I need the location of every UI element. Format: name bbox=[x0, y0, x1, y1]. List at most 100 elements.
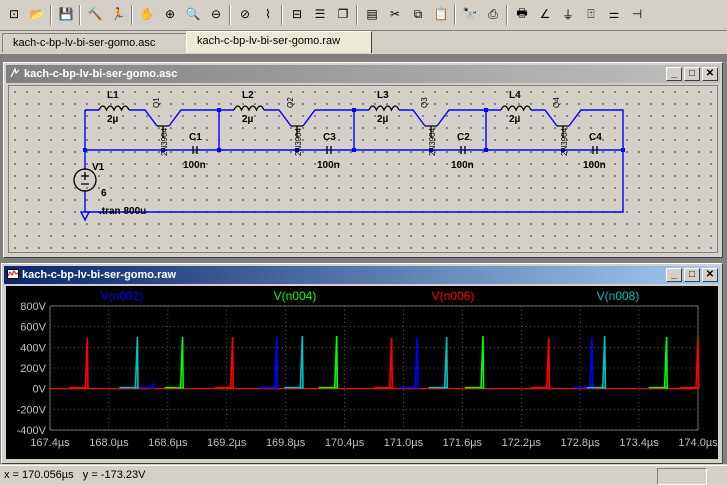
cascade-button[interactable]: ❐ bbox=[333, 4, 353, 24]
pan-hand-icon: ✋ bbox=[139, 7, 155, 21]
minimize-button[interactable]: _ bbox=[666, 268, 682, 282]
zoom-cancel-button[interactable]: ⊘ bbox=[235, 4, 255, 24]
series-spike bbox=[134, 336, 139, 389]
maximize-button[interactable]: □ bbox=[684, 268, 700, 282]
size-grip[interactable] bbox=[708, 468, 724, 483]
pan-hand-button[interactable]: ✋ bbox=[137, 4, 157, 24]
series-spike bbox=[179, 336, 184, 389]
resistor-button[interactable]: ⚌ bbox=[604, 4, 624, 24]
inductor-value: 2µ bbox=[107, 114, 119, 125]
y-tick-label: 600V bbox=[20, 322, 46, 334]
capacitor-value: 100n bbox=[183, 160, 206, 171]
schematic-window[interactable]: kach-c-bp-lv-bi-ser-gomo.asc _ □ ✕ L1 2µ… bbox=[3, 62, 723, 258]
series-spike bbox=[545, 338, 551, 389]
toolbar-separator bbox=[79, 5, 81, 25]
waveform-chart[interactable]: 800V 600V 400V 200V 0V -200V -400V167.4µs 168.0… bbox=[6, 286, 720, 461]
capacitor-ref: C2 bbox=[457, 132, 470, 143]
capacitor-icon: ⊣ bbox=[631, 7, 643, 21]
new-schematic-icon: ⊡ bbox=[8, 7, 20, 21]
find-button[interactable]: 🔭 bbox=[460, 4, 480, 24]
y-tick-label: 400V bbox=[20, 342, 46, 354]
close-icon: ✕ bbox=[705, 269, 715, 280]
wire-button[interactable]: ∠ bbox=[535, 4, 555, 24]
tile-horizontal-button[interactable]: ☰ bbox=[310, 4, 330, 24]
zoom-area-button[interactable]: 🔍 bbox=[183, 4, 203, 24]
toolbar: ⊡ 📂 💾 🔨 🏃 ✋ ⊕ 🔍 ⊖ ⊘ ⌇ ⊟ ☰ ❐ ▤ ✂ ⧉ 📋 🔭 ⎙ 🖶 ∠ ⏚ ⍐ ⚌ ⊣ bbox=[0, 0, 727, 31]
source-value: 6 bbox=[101, 188, 107, 199]
x-tick-label: 174.0µs bbox=[678, 437, 718, 449]
series-spike bbox=[388, 338, 394, 389]
close-button[interactable]: ✕ bbox=[702, 67, 718, 81]
paste-icon: 📋 bbox=[433, 7, 449, 21]
cursor-icon: ⊟ bbox=[291, 7, 303, 21]
copy-button[interactable]: ⧉ bbox=[408, 4, 428, 24]
save-button[interactable]: 💾 bbox=[56, 4, 76, 24]
print-preview-button[interactable]: ⎙ bbox=[483, 4, 503, 24]
tile-horizontal-icon: ☰ bbox=[314, 7, 326, 21]
print-preview-icon: ⎙ bbox=[488, 6, 498, 21]
maximize-icon: □ bbox=[688, 68, 696, 79]
copy-icon: ⧉ bbox=[413, 6, 423, 21]
zoom-in-button[interactable]: ⊕ bbox=[160, 4, 180, 24]
paste-button[interactable]: 📋 bbox=[431, 4, 451, 24]
capacitor-ref: C3 bbox=[323, 132, 336, 143]
open-icon: 📂 bbox=[29, 7, 45, 21]
transistor-ref: Q3 bbox=[420, 97, 429, 108]
run-icon: 🏃 bbox=[110, 7, 126, 21]
find-icon: 🔭 bbox=[462, 7, 478, 21]
x-tick-label: 172.8µs bbox=[560, 437, 600, 449]
label-icon: ⍐ bbox=[587, 6, 595, 21]
tab-waveform[interactable]: kach-c-bp-lv-bi-ser-gomo.raw bbox=[186, 31, 372, 53]
label-button[interactable]: ⍐ bbox=[581, 4, 601, 24]
tile-vertical-button[interactable]: ▤ bbox=[362, 4, 382, 24]
schematic-title: kach-c-bp-lv-bi-ser-gomo.asc bbox=[24, 68, 178, 80]
transistor-model: 2N3904 bbox=[560, 127, 569, 156]
transistor-ref: Q2 bbox=[286, 97, 295, 108]
run-button[interactable]: 🏃 bbox=[108, 4, 128, 24]
plot-pane[interactable]: 800V 600V 400V 200V 0V -200V -400V 167.4µs 168.0… bbox=[6, 286, 718, 459]
transistor-model: 2N3904 bbox=[294, 127, 303, 156]
close-button[interactable]: ✕ bbox=[702, 268, 718, 282]
waveform-window[interactable]: kach-c-bp-lv-bi-ser-gomo.raw _ □ ✕ 800V 6… bbox=[1, 263, 723, 464]
print-button[interactable]: 🖶 bbox=[512, 4, 532, 24]
cut-button[interactable]: ✂ bbox=[385, 4, 405, 24]
x-tick-label: 171.0µs bbox=[384, 437, 424, 449]
schematic-canvas[interactable]: L1 2µ L2 2µ L3 2µ L4 2µ C1 100n C3 100n … bbox=[8, 85, 718, 253]
cascade-icon: ❐ bbox=[337, 7, 349, 21]
series-spike bbox=[229, 336, 235, 389]
open-button[interactable]: 📂 bbox=[27, 4, 47, 24]
x-tick-label: 170.4µs bbox=[325, 437, 365, 449]
cursor-button[interactable]: ⊟ bbox=[287, 4, 307, 24]
schematic-titlebar[interactable]: kach-c-bp-lv-bi-ser-gomo.asc _ □ ✕ bbox=[6, 65, 720, 83]
ground-button[interactable]: ⏚ bbox=[558, 4, 578, 24]
new-schematic-button[interactable]: ⊡ bbox=[4, 4, 24, 24]
capacitor-button[interactable]: ⊣ bbox=[627, 4, 647, 24]
minimize-button[interactable]: _ bbox=[666, 67, 682, 81]
print-icon: 🖶 bbox=[516, 5, 528, 20]
inductor-ref: L1 bbox=[107, 90, 119, 101]
schematic-drawing: L1 2µ L2 2µ L3 2µ L4 2µ C1 100n C3 100n … bbox=[73, 90, 625, 222]
maximize-button[interactable]: □ bbox=[684, 67, 700, 81]
series-spike bbox=[299, 335, 304, 389]
series-spike bbox=[443, 336, 449, 389]
zoom-out-button[interactable]: ⊖ bbox=[206, 4, 226, 24]
toolbar-separator bbox=[454, 5, 456, 25]
legend-entry: V(n004) bbox=[274, 289, 317, 303]
autorange-button[interactable]: ⌇ bbox=[258, 4, 278, 24]
control-panel-hammer-button[interactable]: 🔨 bbox=[85, 4, 105, 24]
schematic-doc-icon bbox=[10, 67, 20, 78]
x-tick-label: 171.6µs bbox=[443, 437, 483, 449]
legend-entry: V(n008) bbox=[597, 289, 640, 303]
minimize-icon: _ bbox=[671, 68, 677, 79]
waveform-titlebar[interactable]: kach-c-bp-lv-bi-ser-gomo.raw _ □ ✕ bbox=[4, 266, 720, 284]
inductor-value: 2µ bbox=[377, 114, 389, 125]
zoom-cancel-icon: ⊘ bbox=[239, 7, 251, 21]
inductor-ref: L3 bbox=[377, 90, 389, 101]
ground-icon: ⏚ bbox=[561, 7, 574, 22]
transistor-ref: Q1 bbox=[152, 97, 161, 108]
zoom-area-icon: 🔍 bbox=[185, 7, 201, 21]
x-tick-label: 173.4µs bbox=[619, 437, 659, 449]
tab-schematic[interactable]: kach-c-bp-lv-bi-ser-gomo.asc bbox=[2, 33, 194, 52]
x-tick-label: 169.8µs bbox=[266, 437, 306, 449]
toolbar-separator bbox=[50, 5, 52, 25]
